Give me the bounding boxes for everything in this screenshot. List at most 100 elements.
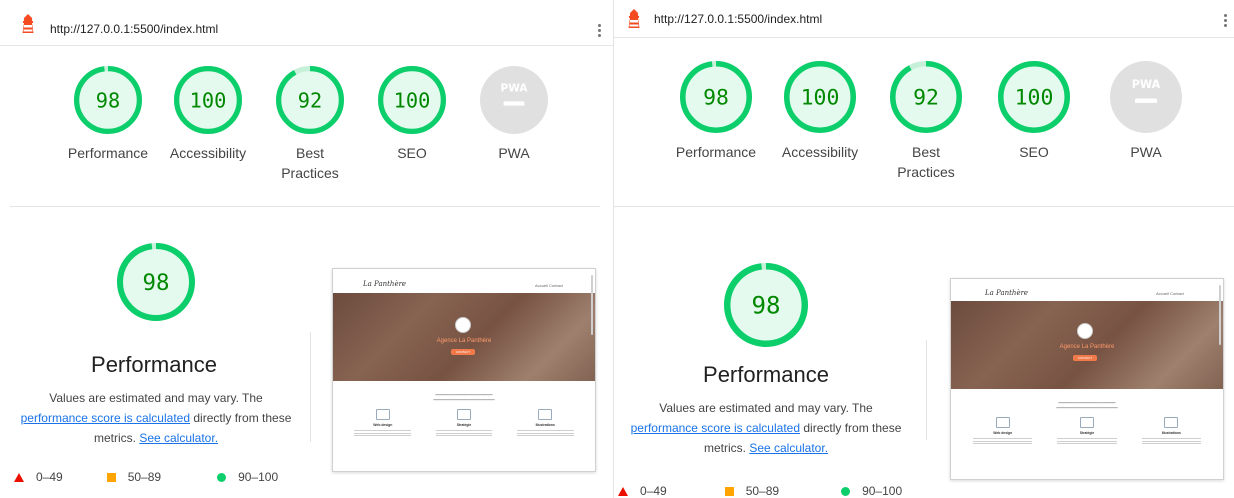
pwa-badge-bg (480, 66, 548, 134)
gauge-pwa[interactable]: PWA PWA (1096, 60, 1196, 162)
legend-pass: 90–100 (238, 470, 279, 484)
gauge-ring-performance-large: 98 (117, 243, 195, 321)
more-options-icon[interactable] (596, 22, 602, 39)
desc-text: Values are estimated and may vary. The (49, 391, 263, 405)
gauge-ring-accessibility: 100 (174, 66, 242, 134)
fail-triangle-icon (14, 472, 24, 482)
score-calculated-link[interactable]: performance score is calculated (21, 411, 190, 425)
gauge-score: 100 (801, 86, 840, 111)
gauge-ring-performance: 98 (680, 61, 752, 133)
gauge-score: 92 (913, 86, 939, 111)
gauge-ring-performance: 98 (74, 66, 142, 134)
performance-title: Performance (703, 362, 829, 387)
pwa-dash (503, 101, 525, 106)
column-divider (310, 332, 311, 442)
gauge-score: 98 (703, 86, 729, 111)
thumb-strategy-icon (1080, 417, 1094, 428)
gauge-accessibility[interactable]: 100 Accessibility (160, 65, 256, 163)
thumb-webdesign-icon (995, 417, 1010, 428)
see-calculator-link[interactable]: See calculator. (749, 441, 828, 455)
thumb-nav: Accueil Contact (535, 283, 563, 288)
pwa-badge-bg (1110, 61, 1182, 133)
legend-average: 50–89 (745, 484, 780, 498)
gauge-ring-best-practices: 92 (276, 66, 344, 134)
gauge-pwa[interactable]: PWA PWA (466, 65, 562, 163)
thumb-brand: La Panthère (363, 280, 407, 288)
gauge-ring-seo: 100 (378, 66, 446, 134)
see-calculator-link[interactable]: See calculator. (139, 431, 218, 445)
gauge-ring-best-practices: 92 (890, 61, 962, 133)
thumb-hero-logo-icon (1077, 323, 1093, 339)
gauge-label: PWA (498, 145, 530, 161)
gauge-performance[interactable]: 98 Performance (666, 60, 766, 162)
gauge-label: Performance (675, 144, 757, 160)
lighthouse-logo-icon (22, 14, 34, 33)
gauge-score: 98 (96, 88, 120, 112)
pass-circle-icon (841, 486, 851, 496)
report-panel-left: http://127.0.0.1:5500/index.html 98 Perf… (0, 0, 613, 498)
gauge-best-practices[interactable]: 92 Best Practices (876, 60, 976, 182)
thumb-illustration-icon (538, 409, 553, 420)
legend-pass: 90–100 (862, 484, 903, 498)
gauge-label: Accessibility (169, 145, 247, 161)
performance-description: Values are estimated and may vary. The p… (616, 398, 916, 458)
more-options-icon[interactable] (1222, 12, 1228, 29)
thumb-col-title: Illustrations (1161, 431, 1181, 435)
gauge-label: Best Practices (281, 145, 339, 181)
gauge-accessibility[interactable]: 100 Accessibility (770, 60, 870, 162)
gauge-performance[interactable]: 98 Performance (60, 65, 156, 163)
gauge-seo[interactable]: 100 SEO (984, 60, 1084, 162)
url-bar: http://127.0.0.1:5500/index.html (0, 0, 613, 46)
performance-gauge-large: 98 (718, 262, 814, 348)
gauge-ring-accessibility: 100 (784, 61, 856, 133)
thumb-col-title: Stratégie (456, 423, 472, 427)
legend-fail: 0–49 (640, 484, 667, 498)
lighthouse-logo-icon (628, 9, 640, 28)
gauge-score: 98 (143, 270, 170, 296)
gauge-label: PWA (1130, 144, 1162, 160)
average-square-icon (724, 486, 734, 496)
legend-average: 50–89 (127, 470, 162, 484)
pwa-badge-icon: PWA (1110, 61, 1182, 133)
page-url[interactable]: http://127.0.0.1:5500/index.html (50, 22, 218, 36)
fail-triangle-icon (618, 486, 628, 496)
thumb-col-title: Web design (993, 431, 1013, 435)
section-divider (10, 206, 600, 207)
thumb-hero-button: CONTACT (451, 349, 475, 355)
thumb-hero-button: CONTACT (1073, 355, 1097, 361)
report-panel-right: http://127.0.0.1:5500/index.html 98 Perf… (614, 0, 1234, 498)
average-square-icon (106, 472, 116, 482)
legend-fail: 0–49 (36, 470, 63, 484)
pwa-badge-text: PWA (1132, 78, 1161, 91)
gauge-label: SEO (1019, 144, 1049, 160)
pass-circle-icon (217, 472, 227, 482)
gauge-best-practices[interactable]: 92 Best Practices (262, 65, 358, 183)
gauge-score: 100 (190, 88, 227, 112)
gauge-label: Best Practices (897, 144, 955, 180)
page-screenshot-thumbnail[interactable]: La Panthère Accueil Contact Agence La Pa… (332, 268, 596, 472)
pwa-badge-icon: PWA (480, 66, 548, 134)
thumb-col-title: Illustrations (535, 423, 555, 427)
gauge-score: 92 (298, 88, 322, 112)
gauge-label: Performance (67, 145, 149, 161)
pwa-dash (1134, 98, 1158, 103)
thumb-hero-title: Agence La Panthère (1059, 344, 1115, 350)
thumb-brand: La Panthère (985, 289, 1029, 297)
thumb-strategy-icon (457, 409, 471, 420)
section-divider (614, 206, 1234, 207)
page-screenshot-thumbnail[interactable]: La Panthère Accueil Contact Agence La Pa… (950, 278, 1224, 480)
desc-text: Values are estimated and may vary. The (659, 401, 873, 415)
thumb-webdesign-icon (375, 409, 390, 420)
gauge-seo[interactable]: 100 SEO (364, 65, 460, 163)
performance-description: Values are estimated and may vary. The p… (8, 388, 304, 448)
thumb-hero-logo-icon (455, 317, 471, 333)
pwa-badge-text: PWA (501, 83, 529, 95)
column-divider (926, 340, 927, 440)
url-bar: http://127.0.0.1:5500/index.html (614, 0, 1234, 38)
gauge-ring-performance-large: 98 (723, 262, 809, 348)
page-url[interactable]: http://127.0.0.1:5500/index.html (654, 12, 822, 26)
performance-gauge-large: 98 (108, 242, 204, 322)
score-calculated-link[interactable]: performance score is calculated (631, 421, 800, 435)
gauge-score: 100 (394, 88, 431, 112)
thumb-nav: Accueil Contact (1156, 291, 1184, 296)
